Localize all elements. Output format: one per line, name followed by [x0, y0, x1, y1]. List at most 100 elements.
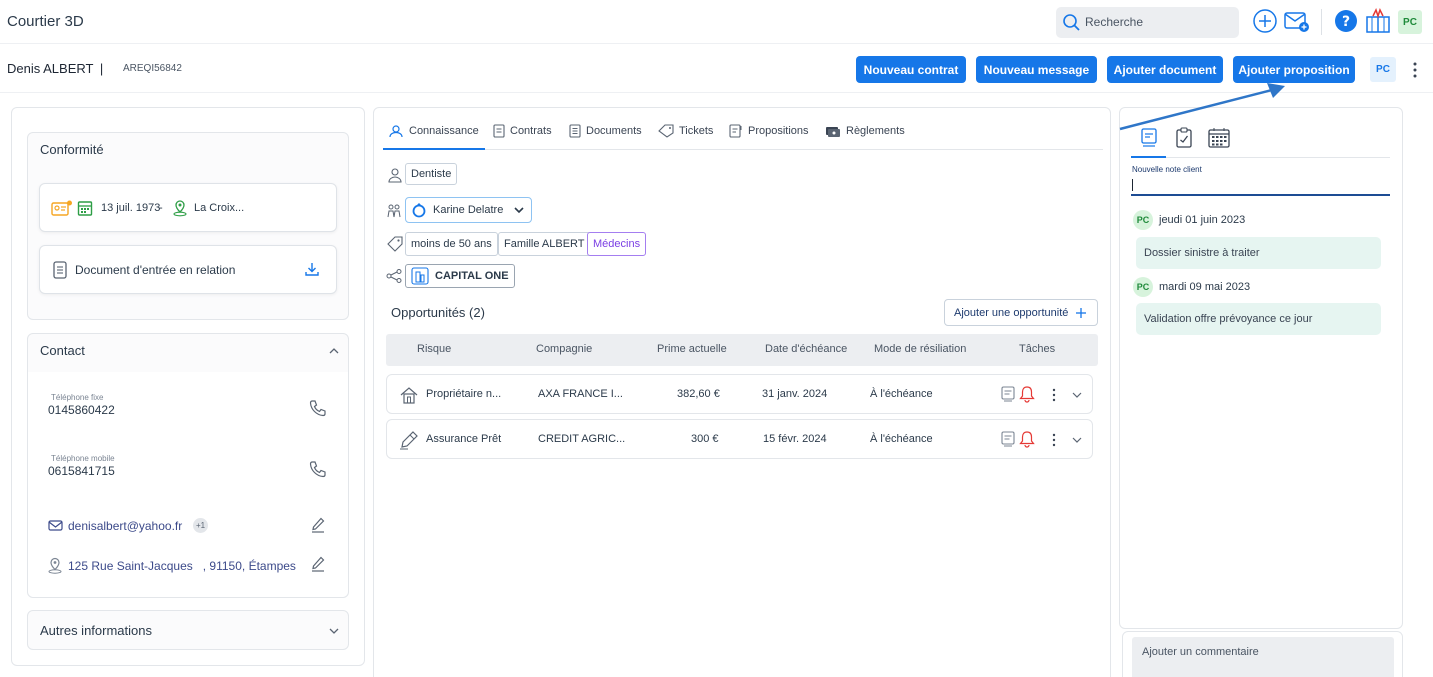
note-icon[interactable]	[1001, 386, 1015, 402]
note-author-avatar: PC	[1133, 210, 1153, 230]
proposal-icon	[729, 124, 742, 138]
note-date: jeudi 01 juin 2023	[1159, 214, 1246, 226]
column-header-mode: Mode de résiliation	[874, 343, 967, 355]
note-bubble[interactable]: Validation offre prévoyance ce jour	[1136, 303, 1381, 335]
risk-cell: Propriétaire n...	[426, 388, 502, 400]
id-card-icon	[51, 200, 72, 216]
add-opportunity-label: Ajouter une opportunité	[954, 306, 1069, 319]
column-header-due-date: Date d'échéance	[765, 343, 848, 355]
email-extra-badge[interactable]: +1	[193, 518, 208, 533]
new-message-button[interactable]: Nouveau message	[976, 56, 1097, 83]
birth-date: 13 juil. 1973	[101, 202, 161, 214]
payment-icon	[826, 127, 840, 137]
bell-icon[interactable]	[1019, 385, 1035, 403]
new-contract-button[interactable]: Nouveau contrat	[856, 56, 966, 83]
profession-chip[interactable]: Dentiste	[405, 163, 458, 185]
calendar-icon	[77, 201, 93, 216]
more-vertical-icon[interactable]	[1048, 432, 1060, 448]
chevron-up-icon[interactable]	[328, 345, 340, 357]
client-name: Denis ALBERT |	[7, 61, 104, 76]
tag-icon	[658, 124, 674, 138]
other-info-section[interactable]: Autres informations	[27, 610, 349, 650]
chevron-down-icon[interactable]	[1071, 434, 1083, 446]
table-row[interactable]: Propriétaire n... AXA FRANCE I... 382,60…	[386, 374, 1093, 414]
column-header-company: Compagnie	[536, 343, 593, 355]
tab-documents[interactable]: Documents	[569, 124, 642, 138]
note-tab-icon[interactable]	[1140, 128, 1158, 148]
location-pin-icon	[173, 200, 187, 217]
opportunities-title: Opportunités (2)	[391, 305, 485, 320]
more-vertical-icon[interactable]	[1408, 61, 1422, 79]
note-author-avatar: PC	[1133, 277, 1153, 297]
note-bubble[interactable]: Dossier sinistre à traiter	[1136, 237, 1381, 269]
note-icon[interactable]	[1001, 431, 1015, 447]
task-clipboard-icon[interactable]	[1175, 127, 1193, 148]
new-note-input[interactable]	[1131, 177, 1390, 196]
tag-chip[interactable]: moins de 50 ans	[405, 232, 498, 256]
search-input[interactable]: Recherche	[1056, 7, 1239, 38]
date-separator: -	[159, 202, 163, 214]
more-vertical-icon[interactable]	[1048, 387, 1060, 403]
help-icon[interactable]: ?	[1333, 8, 1359, 34]
tab-tickets[interactable]: Tickets	[658, 124, 713, 138]
active-note-tab-indicator	[1131, 156, 1166, 158]
client-reference: AREQI56842	[123, 63, 182, 74]
calendar-tab-icon[interactable]	[1208, 127, 1230, 148]
address-link[interactable]: 125 Rue Saint-Jacques , 91150, Étampes	[68, 559, 296, 573]
tag-chip[interactable]: Médecins	[587, 232, 647, 256]
add-opportunity-button[interactable]: Ajouter une opportunité	[944, 299, 1098, 326]
identity-card[interactable]: 13 juil. 1973 - La Croix...	[39, 183, 337, 232]
family-icon	[387, 204, 401, 218]
note-date: mardi 09 mai 2023	[1159, 281, 1251, 293]
edit-pencil-icon[interactable]	[311, 556, 325, 572]
due-date-cell: 15 févr. 2024	[763, 433, 827, 445]
premium-cell: 300 €	[691, 433, 719, 445]
column-header-premium: Prime actuelle	[657, 343, 727, 355]
mail-add-icon[interactable]	[1283, 8, 1311, 34]
active-tab-indicator	[383, 148, 485, 150]
company-chip[interactable]: CAPITAL ONE	[405, 264, 515, 288]
bell-icon[interactable]	[1019, 430, 1035, 448]
edit-pencil-icon[interactable]	[311, 517, 325, 533]
phone-icon[interactable]	[309, 460, 327, 478]
comment-input[interactable]: Ajouter un commentaire	[1132, 637, 1394, 677]
risk-cell: Assurance Prêt	[426, 433, 502, 445]
contract-pen-icon	[400, 431, 418, 450]
add-document-button[interactable]: Ajouter document	[1107, 56, 1223, 83]
gift-icon[interactable]	[1364, 8, 1392, 34]
tag-icon	[387, 236, 403, 252]
top-bar: Courtier 3D Recherche ? PC	[0, 0, 1433, 44]
company-name: CAPITAL ONE	[435, 270, 509, 282]
mobile-label: Téléphone mobile	[51, 454, 115, 463]
contact-title: Contact	[40, 343, 85, 358]
download-icon[interactable]	[304, 261, 320, 277]
mobile-value: 0615841715	[48, 464, 115, 478]
user-avatar-header[interactable]: PC	[1370, 57, 1396, 82]
document-icon	[53, 261, 67, 279]
company-cell: CREDIT AGRIC...	[538, 433, 626, 445]
plus-icon	[1076, 307, 1087, 318]
note-tabs-divider	[1166, 157, 1390, 158]
phone-icon[interactable]	[309, 399, 327, 417]
text-cursor	[1132, 179, 1133, 191]
tab-contrats[interactable]: Contrats	[493, 124, 552, 138]
user-avatar-top[interactable]: PC	[1398, 10, 1422, 34]
other-info-title: Autres informations	[40, 623, 152, 638]
landline-value: 0145860422	[48, 403, 115, 417]
profession-icon	[388, 168, 402, 183]
tag-chip[interactable]: Famille ALBERT	[498, 232, 591, 256]
advisor-select[interactable]: Karine Delatre	[405, 197, 532, 223]
add-proposal-button[interactable]: Ajouter proposition	[1233, 56, 1355, 83]
chevron-down-icon[interactable]	[1071, 389, 1083, 401]
table-row[interactable]: Assurance Prêt CREDIT AGRIC... 300 € 15 …	[386, 419, 1093, 459]
chevron-down-icon[interactable]	[328, 625, 340, 637]
tab-propositions[interactable]: Propositions	[729, 124, 809, 138]
tab-connaissance[interactable]: Connaissance	[388, 124, 479, 138]
file-icon	[569, 124, 581, 138]
entry-document-card[interactable]: Document d'entrée en relation	[39, 245, 337, 294]
tab-reglements[interactable]: Règlements	[825, 124, 905, 138]
email-link[interactable]: denisalbert@yahoo.fr	[68, 519, 182, 533]
add-circle-icon[interactable]	[1252, 8, 1278, 34]
annotation-arrow	[1119, 83, 1285, 131]
mode-cell: À l'échéance	[870, 388, 933, 400]
